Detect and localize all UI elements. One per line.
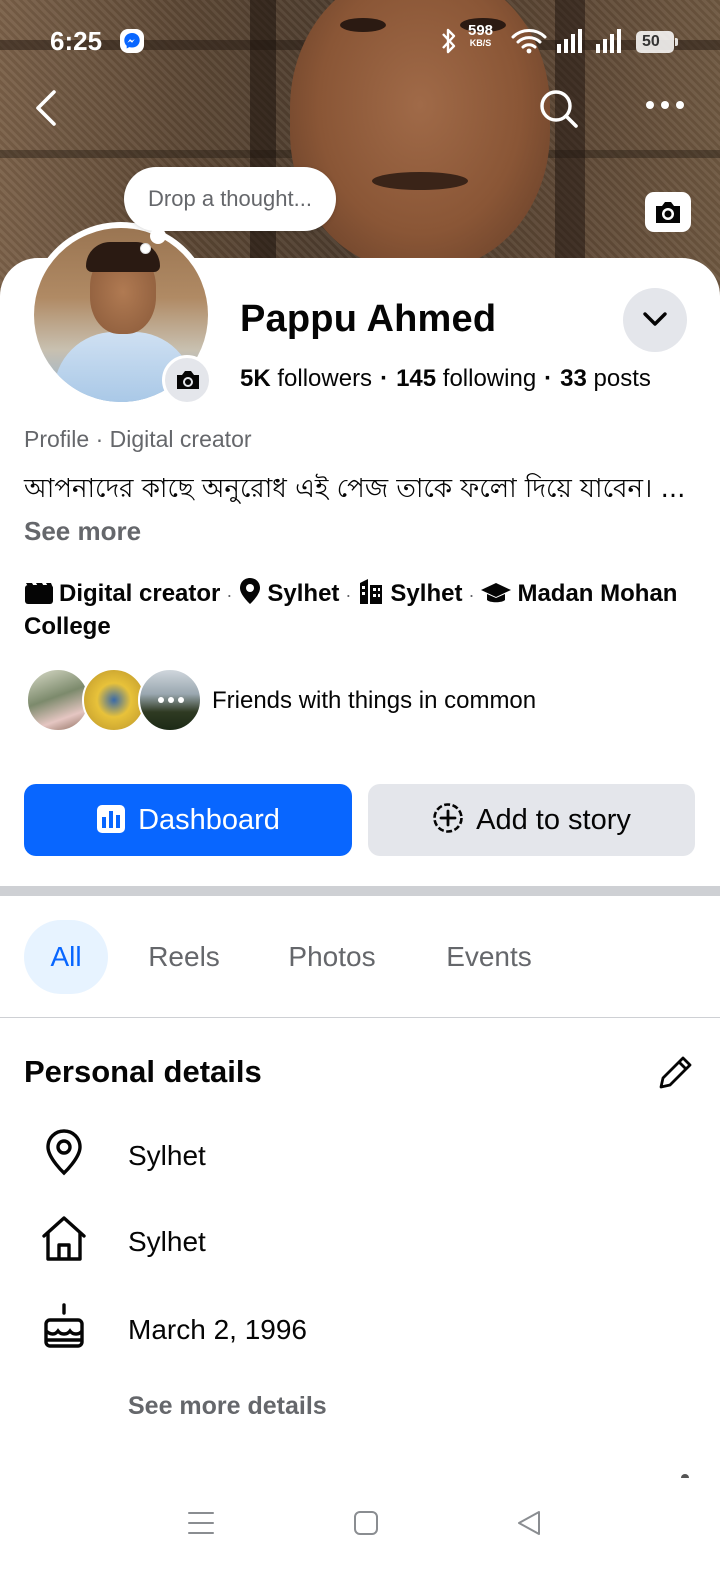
add-to-story-button[interactable]: Add to story xyxy=(368,784,695,856)
more-dots-icon[interactable] xyxy=(645,98,685,112)
clapperboard-icon xyxy=(25,583,53,604)
home-square-icon[interactable] xyxy=(352,1508,380,1538)
mutual-friends[interactable]: Friends with things in common xyxy=(24,666,704,736)
intro-location[interactable]: Sylhet xyxy=(238,578,340,607)
intro-digital-creator[interactable]: Digital creator xyxy=(24,580,220,607)
separator-dot: · xyxy=(380,365,389,392)
friend-dot xyxy=(168,697,174,703)
camera-icon xyxy=(177,371,199,389)
posts-label: posts xyxy=(593,365,651,392)
profile-name: Pappu Ahmed xyxy=(240,298,497,340)
camera-icon xyxy=(656,202,680,223)
intro-details: Digital creator · Sylhet · Sylhet · Madan Moha… xyxy=(24,577,704,642)
thought-bubble-tail xyxy=(150,228,166,244)
friend-avatar xyxy=(82,668,146,732)
thought-bubble-tail xyxy=(141,244,150,253)
status-time: 6:25 xyxy=(50,26,103,56)
personal-details-title: Personal details xyxy=(24,1054,262,1089)
detail-hometown-text: Sylhet xyxy=(128,1226,206,1257)
following-link[interactable]: 145 following xyxy=(396,365,536,392)
scroll-indicator xyxy=(681,1474,689,1478)
dashboard-button-label: Dashboard xyxy=(138,804,280,836)
followers-link[interactable]: 5K followers xyxy=(240,365,372,392)
plus-circle-icon xyxy=(433,803,463,833)
network-speed-unit: KB/S xyxy=(469,38,492,48)
map-pin-icon xyxy=(46,1129,82,1176)
chevron-down-icon xyxy=(643,312,667,326)
tab-reels[interactable]: Reels xyxy=(130,920,238,994)
profile-stats: 5K followers · 145 following · 33 posts xyxy=(240,365,651,393)
thought-bubble[interactable]: Drop a thought... xyxy=(124,167,336,231)
back-triangle-icon[interactable] xyxy=(514,1508,544,1538)
signal-icon xyxy=(596,29,621,53)
bio-see-more-link[interactable]: See more xyxy=(24,516,141,546)
edit-cover-photo-button[interactable] xyxy=(645,192,691,232)
mutual-friends-label: Friends with things in common xyxy=(212,687,537,714)
map-pin-icon xyxy=(240,578,261,604)
intro-work-text: Sylhet xyxy=(390,580,463,607)
followers-label: followers xyxy=(277,365,373,392)
tabs-divider xyxy=(0,1017,720,1018)
posts-count: 33 xyxy=(560,365,587,392)
building-icon xyxy=(360,579,383,604)
separator-dot: · xyxy=(345,585,352,605)
graduation-cap-icon xyxy=(481,583,512,603)
menu-icon[interactable] xyxy=(186,1508,216,1538)
cover-mustache xyxy=(372,172,468,190)
separator-dot: · xyxy=(468,585,475,605)
intro-work[interactable]: Sylhet xyxy=(357,579,463,607)
separator-dot: · xyxy=(544,365,553,392)
profile-bio: আপনাদের কাছে অনুরোধ এই পেজ তাকে ফলো দিয়… xyxy=(24,468,696,553)
search-icon[interactable] xyxy=(538,88,580,130)
see-more-details-link[interactable]: See more details xyxy=(128,1392,327,1421)
intro-location-text: Sylhet xyxy=(267,580,340,607)
detail-location-text: Sylhet xyxy=(128,1140,206,1171)
bio-text: আপনাদের কাছে অনুরোধ এই পেজ তাকে ফলো দিয়… xyxy=(24,474,686,504)
tab-events[interactable]: Events xyxy=(425,920,553,994)
cake-icon xyxy=(44,1303,84,1348)
system-navigation-bar xyxy=(0,1490,720,1570)
detail-row-birthday[interactable]: March 2, 1996 xyxy=(0,1302,720,1362)
signal-icon xyxy=(557,29,582,53)
followers-count: 5K xyxy=(240,365,271,392)
wifi-icon xyxy=(511,29,547,54)
intro-digital-creator-text: Digital creator xyxy=(59,580,221,607)
friend-dot xyxy=(158,697,164,703)
bar-chart-icon xyxy=(97,805,126,833)
profile-tabs: All Reels Photos Events xyxy=(0,920,720,996)
tab-all[interactable]: All xyxy=(24,920,108,994)
detail-row-hometown[interactable]: Sylhet xyxy=(0,1214,720,1274)
profile-category: Profile · Digital creator xyxy=(24,426,252,452)
add-to-story-button-label: Add to story xyxy=(476,804,631,836)
tab-photos[interactable]: Photos xyxy=(266,920,398,994)
profile-options-button[interactable] xyxy=(623,288,687,352)
house-icon xyxy=(42,1216,86,1261)
battery-level: 50 xyxy=(642,33,660,50)
bluetooth-icon xyxy=(442,28,456,54)
separator-dot: · xyxy=(226,585,233,605)
profile-card xyxy=(0,258,720,1570)
dashboard-button[interactable]: Dashboard xyxy=(24,784,352,856)
friend-dot xyxy=(178,697,184,703)
posts-link[interactable]: 33 posts xyxy=(560,365,651,392)
status-bar: 6:25 598 KB/S 50 xyxy=(0,0,720,80)
section-divider xyxy=(0,886,720,896)
back-arrow-icon[interactable] xyxy=(30,88,62,128)
messenger-icon xyxy=(120,29,144,53)
following-count: 145 xyxy=(396,365,437,392)
battery-indicator: 50 xyxy=(636,31,678,53)
following-label: following xyxy=(442,365,537,392)
friend-avatar xyxy=(26,668,90,732)
detail-birthday-text: March 2, 1996 xyxy=(128,1314,307,1345)
friend-avatar xyxy=(138,668,202,732)
detail-row-location[interactable]: Sylhet xyxy=(0,1128,720,1188)
edit-pencil-icon[interactable] xyxy=(656,1054,694,1092)
edit-profile-picture-button[interactable] xyxy=(162,355,212,405)
network-speed: 598 KB/S xyxy=(468,23,493,50)
